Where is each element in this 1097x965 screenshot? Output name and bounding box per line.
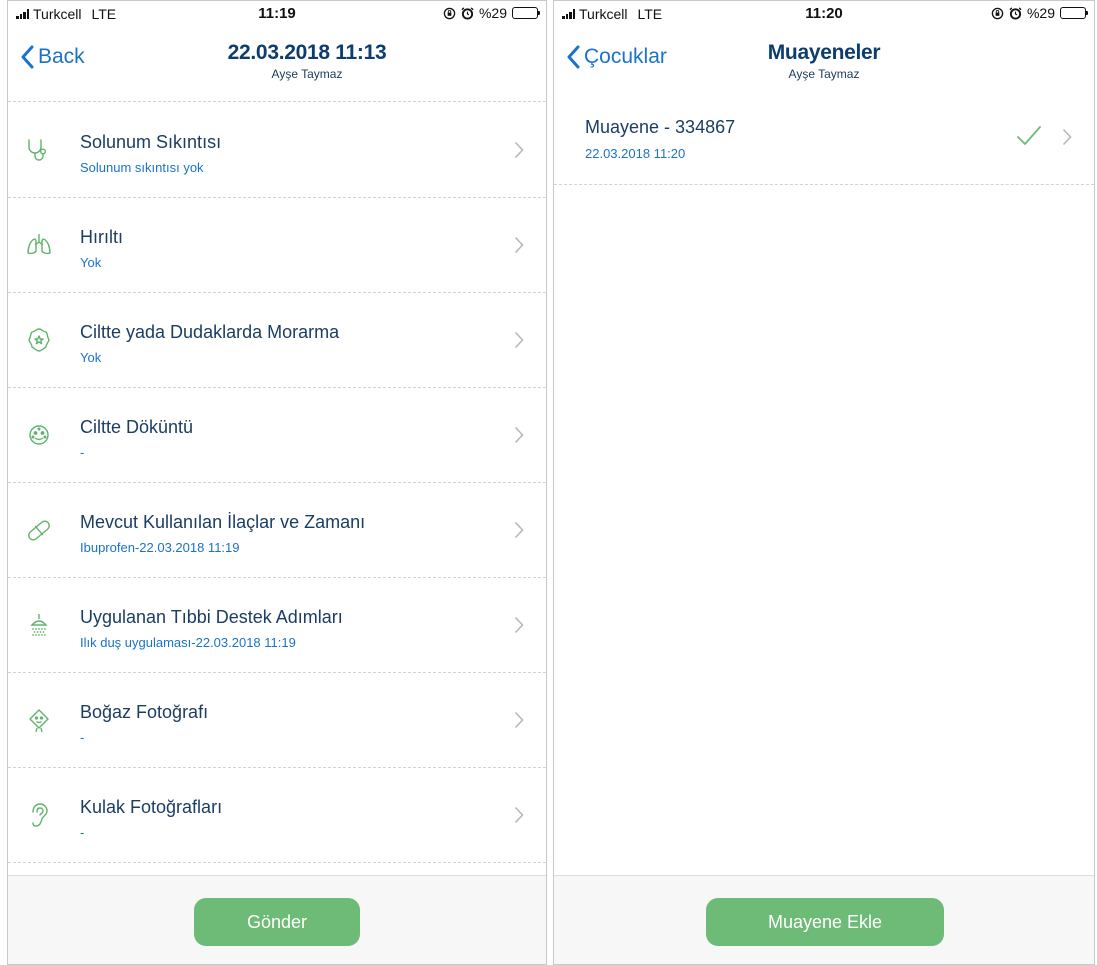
list-item-value: Ibuprofen-22.03.2018 11:19 bbox=[80, 540, 240, 555]
lungs-icon bbox=[27, 234, 51, 255]
status-bar: Turkcell LTE 11:19 %29 bbox=[8, 1, 546, 25]
list-item-value: Ilık duş uygulaması-22.03.2018 11:19 bbox=[80, 635, 296, 650]
list-item-wheezing[interactable]: Hırıltı Yok bbox=[8, 198, 546, 293]
add-exam-button[interactable]: Muayene Ekle bbox=[706, 898, 944, 946]
navigation-bar: Çocuklar Muayeneler Ayşe Taymaz bbox=[554, 25, 1094, 95]
list-item-value: - bbox=[80, 730, 85, 745]
bottom-toolbar: Muayene Ekle bbox=[554, 875, 1094, 964]
bottom-toolbar: Gönder bbox=[8, 875, 546, 964]
list-item-medical-support[interactable]: Uygulanan Tıbbi Destek Adımları Ilık duş… bbox=[8, 578, 546, 673]
list-item-value: - bbox=[80, 825, 85, 840]
chevron-right-icon bbox=[514, 711, 524, 729]
list-item-value: Yok bbox=[80, 350, 102, 365]
page-title: 22.03.2018 11:13 bbox=[227, 41, 387, 64]
orientation-lock-icon bbox=[443, 7, 456, 19]
list-item-title: Uygulanan Tıbbi Destek Adımları bbox=[80, 607, 343, 627]
list-item-title: Ciltte Döküntü bbox=[80, 417, 194, 437]
chevron-right-icon bbox=[1062, 128, 1072, 146]
page-subtitle: Ayşe Taymaz bbox=[271, 67, 343, 81]
check-icon bbox=[1017, 126, 1041, 145]
page-subtitle: Ayşe Taymaz bbox=[788, 67, 860, 81]
list-item-value: - bbox=[80, 445, 85, 460]
status-bar: Turkcell LTE 11:20 %29 bbox=[554, 1, 1094, 25]
battery-percent: %29 bbox=[1026, 5, 1055, 21]
list-item-title: Solunum Sıkıntısı bbox=[80, 132, 222, 152]
battery-icon bbox=[1060, 7, 1088, 19]
pill-icon bbox=[28, 520, 50, 541]
baby-face-icon bbox=[29, 709, 49, 733]
alarm-icon bbox=[1009, 6, 1022, 20]
navigation-bar: Back 22.03.2018 11:13 Ayşe Taymaz bbox=[8, 25, 546, 95]
list-item-title: Mevcut Kullanılan İlaçlar ve Zamanı bbox=[80, 512, 366, 532]
page-title: Muayeneler bbox=[767, 41, 881, 64]
list-item-title: Hırıltı bbox=[80, 227, 123, 247]
ear-icon bbox=[32, 803, 48, 827]
alarm-icon bbox=[461, 6, 474, 20]
list-item-medications[interactable]: Mevcut Kullanılan İlaçlar ve Zamanı Ibup… bbox=[8, 483, 546, 578]
battery-percent: %29 bbox=[478, 5, 507, 21]
chevron-left-icon bbox=[21, 45, 34, 69]
chevron-right-icon bbox=[514, 141, 524, 159]
orientation-lock-icon bbox=[991, 7, 1004, 19]
chevron-right-icon bbox=[514, 616, 524, 634]
list-item-throat-photo[interactable]: Boğaz Fotoğrafı - bbox=[8, 673, 546, 768]
send-button[interactable]: Gönder bbox=[194, 898, 360, 946]
exams-list-screen: Turkcell LTE 11:20 %29 Çocuklar Muayenel… bbox=[553, 0, 1095, 965]
divider bbox=[8, 101, 546, 102]
list-item-rash[interactable]: Ciltte Döküntü - bbox=[8, 388, 546, 483]
list-item-title: Ciltte yada Dudaklarda Morarma bbox=[80, 322, 340, 342]
chevron-right-icon bbox=[514, 521, 524, 539]
shower-icon bbox=[30, 614, 48, 636]
chevron-right-icon bbox=[514, 331, 524, 349]
rash-face-icon bbox=[29, 425, 49, 445]
list-item-value: Yok bbox=[80, 255, 102, 270]
exam-list-item[interactable]: Muayene - 334867 22.03.2018 11:20 bbox=[554, 95, 1094, 185]
list-item-title: Boğaz Fotoğrafı bbox=[80, 702, 209, 722]
chevron-right-icon bbox=[514, 426, 524, 444]
chevron-right-icon bbox=[514, 806, 524, 824]
list-item-value: Solunum sıkıntısı yok bbox=[80, 160, 204, 175]
exam-date: 22.03.2018 11:20 bbox=[585, 146, 686, 161]
chevron-right-icon bbox=[514, 236, 524, 254]
list-item-ear-photos[interactable]: Kulak Fotoğrafları - bbox=[8, 768, 546, 863]
battery-icon bbox=[512, 7, 540, 19]
list-item-cyanosis[interactable]: Ciltte yada Dudaklarda Morarma Yok bbox=[8, 293, 546, 388]
exam-detail-screen: Turkcell LTE 11:19 %29 Back 22.03.2018 1… bbox=[7, 0, 547, 965]
list-item-title: Kulak Fotoğrafları bbox=[80, 797, 223, 817]
face-star-icon bbox=[28, 328, 50, 352]
exam-title: Muayene - 334867 bbox=[585, 117, 736, 137]
stethoscope-icon bbox=[28, 139, 46, 161]
list-item-breathing[interactable]: Solunum Sıkıntısı Solunum sıkıntısı yok bbox=[8, 103, 546, 198]
